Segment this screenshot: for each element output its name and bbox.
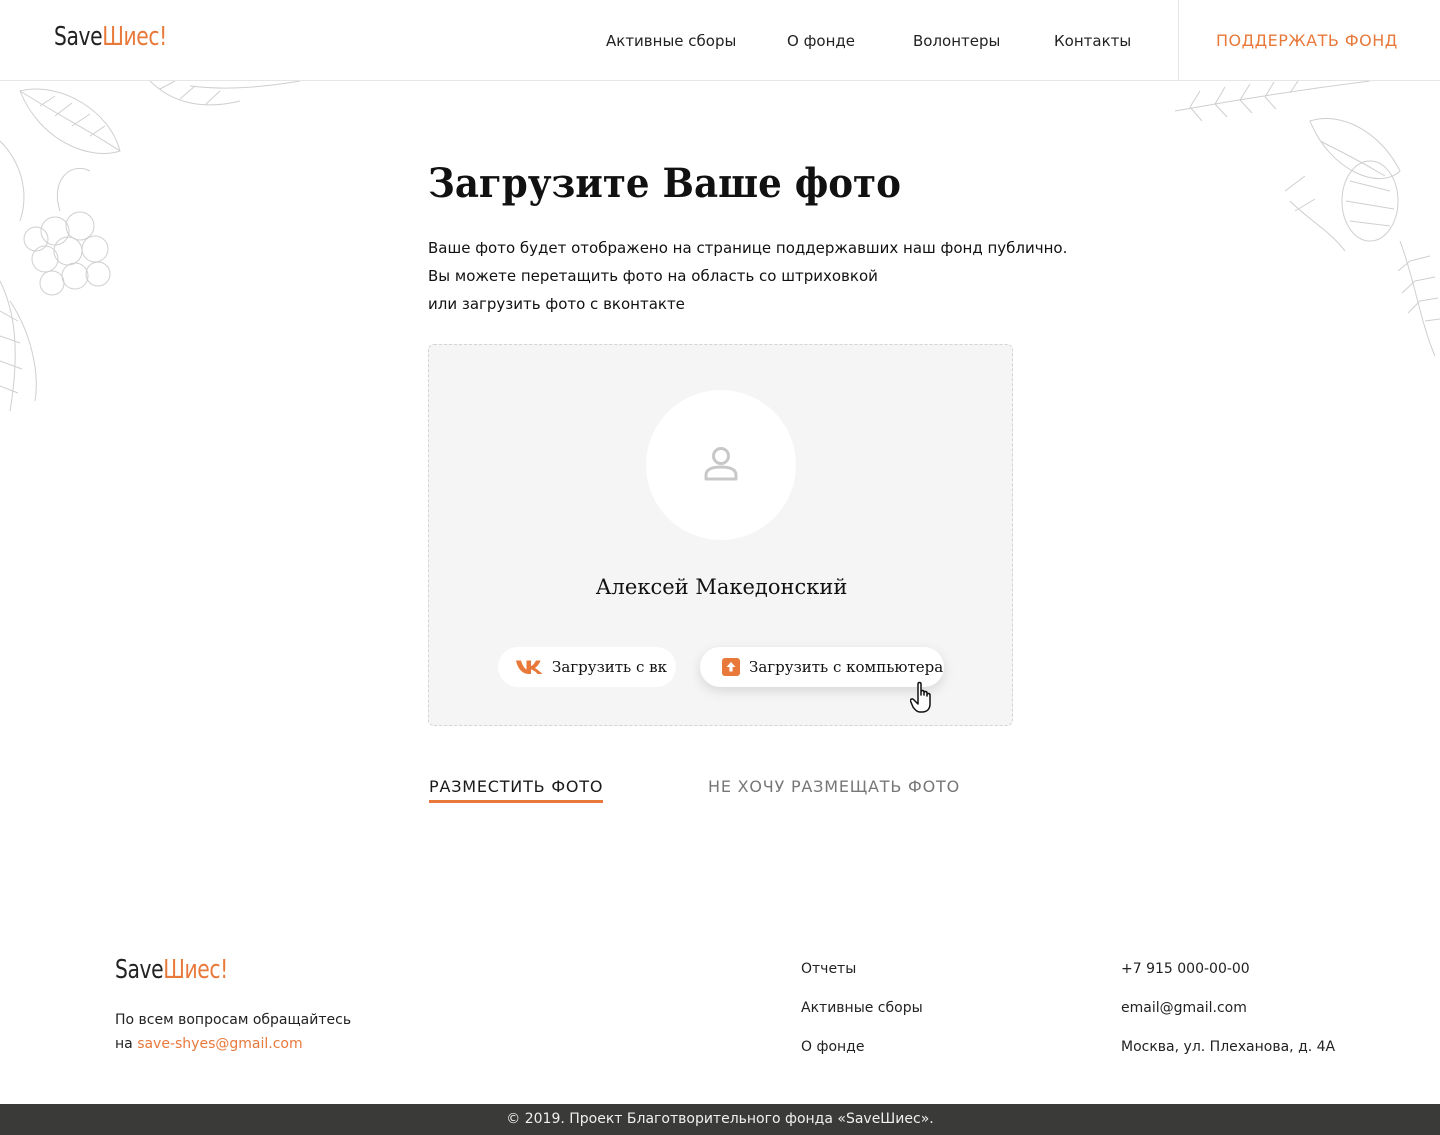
logo-part-save: Save (54, 22, 103, 52)
upload-vk-button[interactable]: Загрузить с вк (498, 647, 676, 687)
upload-vk-label: Загрузить с вк (552, 658, 667, 676)
vk-icon (516, 659, 543, 675)
nav-item-about[interactable]: О фонде (787, 32, 855, 50)
skip-photo-button[interactable]: НЕ ХОЧУ РАЗМЕЩАТЬ ФОТО (708, 777, 960, 796)
copyright-text: © 2019. Проект Благотворительного фонда … (506, 1111, 934, 1127)
footer-logo-part-save: Save (115, 955, 164, 985)
upload-computer-label: Загрузить с компьютера (749, 658, 944, 676)
place-photo-button[interactable]: РАЗМЕСТИТЬ ФОТО (429, 777, 604, 803)
footer-logo-part-shies: Шиес! (163, 955, 228, 985)
nav-item-active-fundraisers[interactable]: Активные сборы (606, 32, 736, 50)
description-line-1: Ваше фото будет отображено на странице п… (428, 239, 1068, 257)
page-title: Загрузите Ваше фото (428, 160, 901, 207)
avatar-placeholder (646, 390, 796, 540)
footer-contact-prefix: на (115, 1036, 133, 1052)
footer-contact-text: По всем вопросам обращайтесь (115, 1012, 352, 1028)
footer-link-about[interactable]: О фонде (801, 1039, 864, 1055)
botanical-left-decoration (0, 81, 301, 412)
description-line-3: или загрузить фото с вконтакте (428, 295, 685, 313)
photo-dropzone[interactable]: Алексей Македонский Загрузить с вк Загру… (428, 344, 1013, 726)
botanical-right-decoration (1174, 81, 1440, 357)
description-line-2: Вы можете перетащить фото на область со … (428, 267, 878, 285)
footer-link-reports[interactable]: Отчеты (801, 961, 856, 977)
footer-contact-email[interactable]: save-shyes@gmail.com (137, 1036, 302, 1052)
user-name: Алексей Македонский (595, 575, 848, 599)
hand-cursor-icon (910, 681, 931, 713)
copyright-bar: © 2019. Проект Благотворительного фонда … (0, 1104, 1440, 1135)
user-silhouette-icon (704, 447, 738, 481)
support-fund-button[interactable]: ПОДДЕРЖАТЬ ФОНД (1216, 31, 1398, 50)
header-divider (1178, 0, 1179, 80)
upload-computer-button[interactable]: Загрузить с компьютера (700, 647, 944, 687)
logo-part-shies: Шиес! (102, 22, 167, 52)
site-header: SaveШиес! Активные сборы О фонде Волонте… (0, 0, 1440, 81)
upload-icon (722, 658, 740, 676)
footer-contact-email-line: на save-shyes@gmail.com (115, 1036, 303, 1052)
footer-address: Москва, ул. Плеханова, д. 4А (1121, 1039, 1336, 1055)
nav-item-volunteers[interactable]: Волонтеры (913, 32, 1000, 50)
nav-item-contacts[interactable]: Контакты (1054, 32, 1131, 50)
site-logo[interactable]: SaveШиес! (54, 22, 167, 52)
footer-email[interactable]: email@gmail.com (1121, 1000, 1247, 1016)
footer-logo[interactable]: SaveШиес! (115, 955, 228, 985)
footer-phone[interactable]: +7 915 000-00-00 (1121, 961, 1250, 977)
footer-link-active-fundraisers[interactable]: Активные сборы (801, 1000, 923, 1016)
